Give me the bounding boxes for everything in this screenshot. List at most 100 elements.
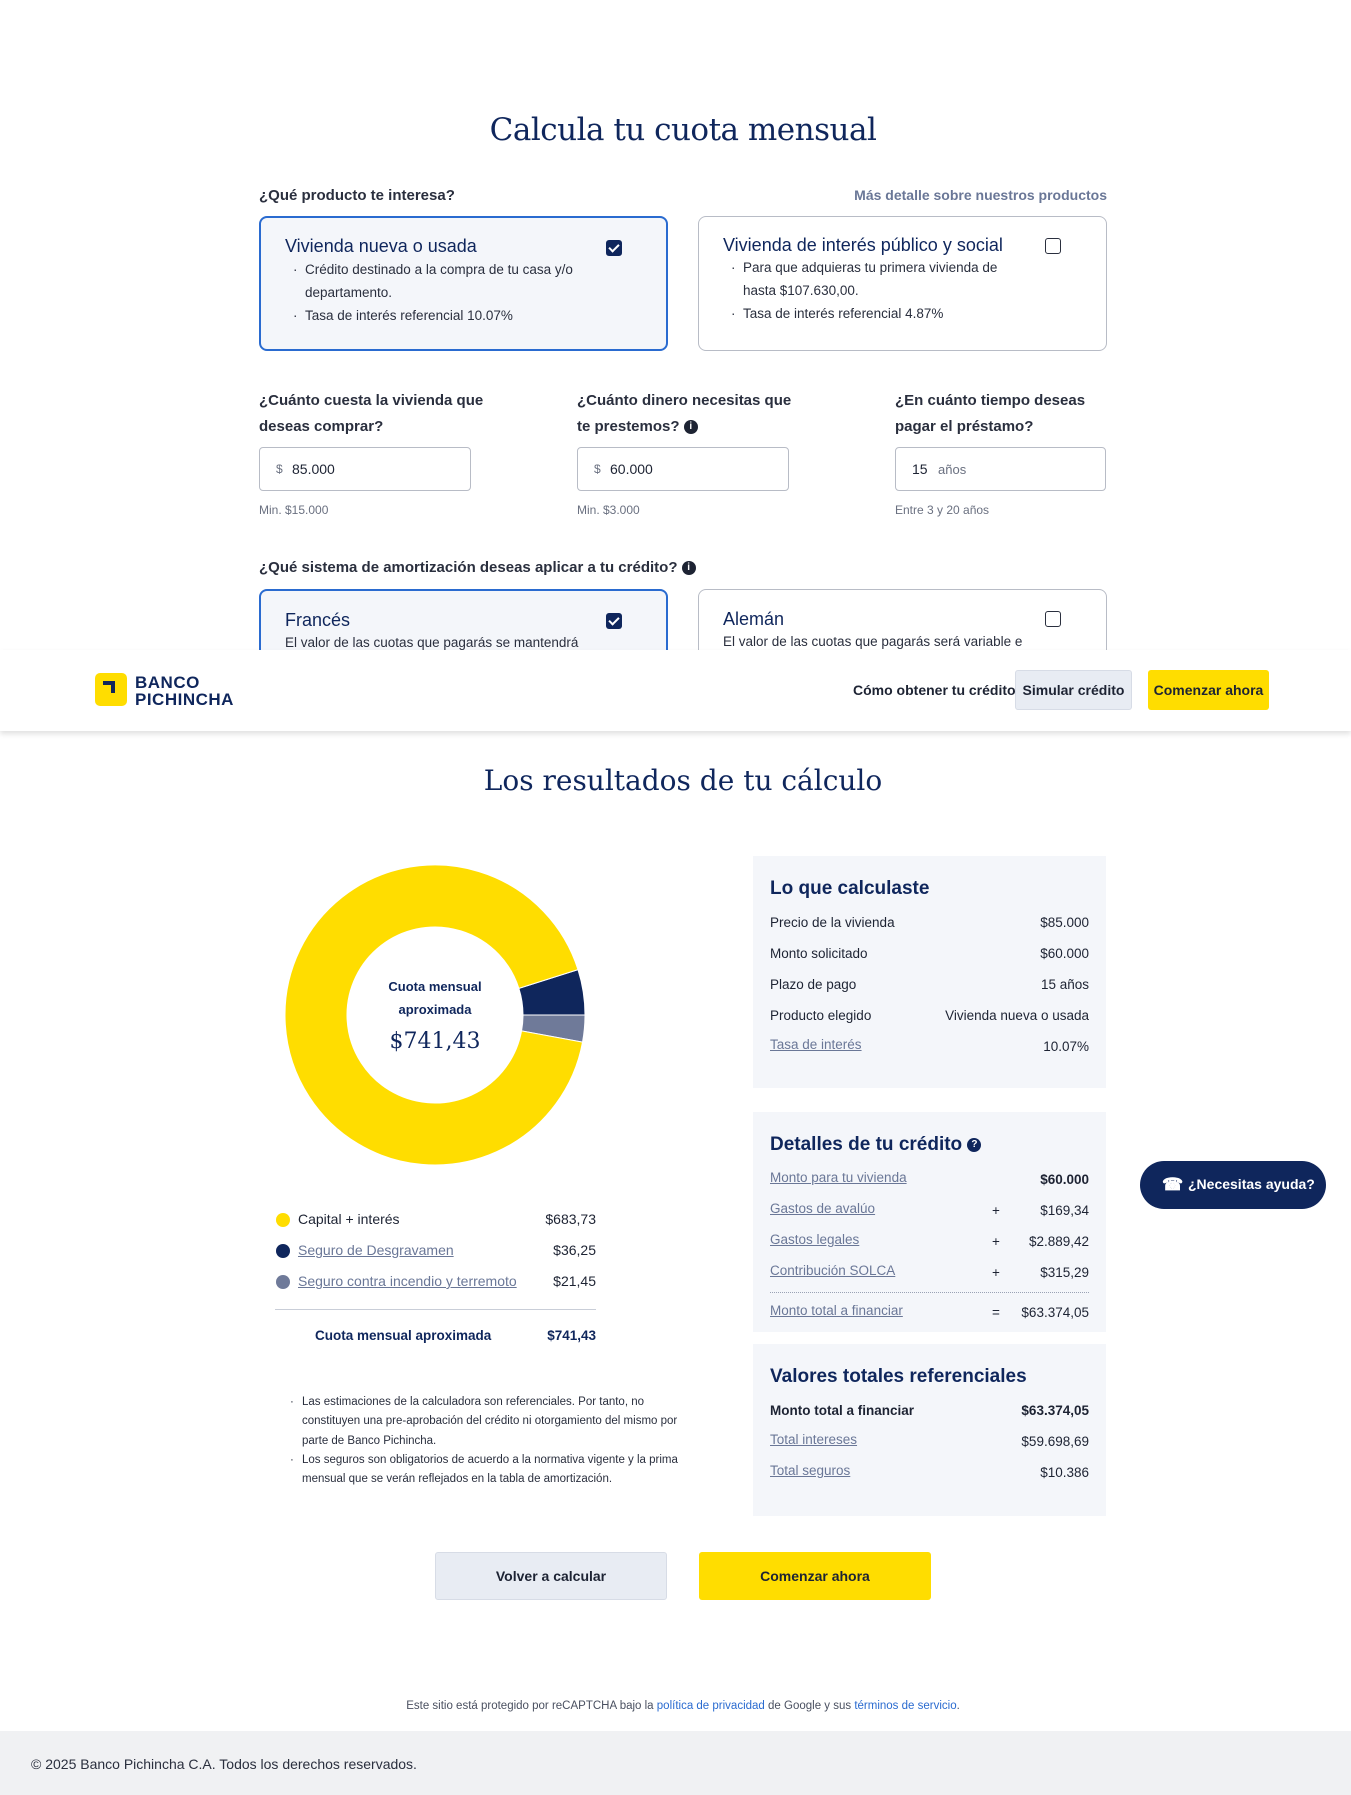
loan-question-line2: te prestemos? bbox=[577, 418, 680, 435]
loan-value: 60.000 bbox=[610, 461, 653, 477]
donut-value: $741,43 bbox=[389, 1029, 481, 1054]
price-value: 85.000 bbox=[292, 461, 335, 477]
legend-amount: $36,25 bbox=[553, 1242, 596, 1258]
copyright-text: © 2025 Banco Pichincha C.A. Todos los de… bbox=[31, 1756, 417, 1772]
credit-details-title-text: Detalles de tu crédito bbox=[770, 1134, 963, 1155]
details-key-link[interactable]: Monto total a financiar bbox=[770, 1303, 903, 1318]
check-icon[interactable] bbox=[606, 240, 622, 256]
details-key-link[interactable]: Gastos legales bbox=[770, 1232, 859, 1247]
product-card-vivienda-interes-social[interactable]: Vivienda de interés público y social Par… bbox=[698, 216, 1107, 351]
site-footer: © 2025 Banco Pichincha C.A. Todos los de… bbox=[0, 1731, 1351, 1795]
logo-text-line1: BANCO bbox=[135, 673, 200, 692]
simulate-credit-button[interactable]: Simular crédito bbox=[1015, 670, 1132, 710]
details-value: $60.000 bbox=[1040, 1172, 1089, 1187]
donut-label-line1: Cuota mensual bbox=[388, 979, 482, 994]
credit-details-panel: Detalles de tu crédito ? Monto para tu v… bbox=[753, 1112, 1106, 1332]
details-key-link[interactable]: Gastos de avalúo bbox=[770, 1201, 875, 1216]
details-value: $315,29 bbox=[1040, 1265, 1089, 1280]
details-key-link[interactable]: Monto para tu vivienda bbox=[770, 1170, 907, 1185]
recaptcha-notice: Este sitio está protegido por reCAPTCHA … bbox=[0, 1700, 1351, 1712]
check-icon[interactable] bbox=[606, 613, 622, 629]
legend-total-amount: $741,43 bbox=[547, 1328, 596, 1343]
totals-value: $59.698,69 bbox=[1021, 1434, 1089, 1449]
product-question: ¿Qué producto te interesa? bbox=[259, 187, 455, 204]
disclaimer-note: Las estimaciones de la calculadora son r… bbox=[288, 1393, 683, 1451]
summary-value: $60.000 bbox=[1040, 946, 1089, 961]
currency-prefix: $ bbox=[594, 462, 601, 476]
recaptcha-text: . bbox=[956, 1700, 960, 1712]
amortization-question: ¿Qué sistema de amortización deseas apli… bbox=[259, 555, 696, 581]
product-card-vivienda-nueva[interactable]: Vivienda nueva o usada Crédito destinado… bbox=[259, 216, 668, 351]
legend-label-link[interactable]: Seguro contra incendio y terremoto bbox=[298, 1273, 517, 1289]
logo-mark-icon bbox=[95, 673, 127, 706]
summary-title: Lo que calculaste bbox=[770, 878, 930, 899]
term-question-line2: pagar el préstamo? bbox=[895, 418, 1034, 435]
legend-label: Capital + interés bbox=[298, 1211, 400, 1227]
product-bullet: Tasa de interés referencial 4.87% bbox=[723, 302, 1013, 325]
need-help-button[interactable]: ☎ ¿Necesitas ayuda? bbox=[1140, 1161, 1326, 1209]
reference-totals-title: Valores totales referenciales bbox=[770, 1366, 1027, 1387]
legend-row-seguro-desgravamen: Seguro de Desgravamen $36,25 bbox=[275, 1240, 596, 1260]
totals-key-link[interactable]: Total seguros bbox=[770, 1463, 850, 1478]
checkbox-icon[interactable] bbox=[1045, 611, 1061, 627]
privacy-policy-link[interactable]: política de privacidad bbox=[657, 1700, 765, 1712]
amortization-title: Francés bbox=[285, 610, 351, 630]
legend-dot bbox=[276, 1275, 290, 1289]
currency-prefix: $ bbox=[276, 462, 283, 476]
donut-center-label: Cuota mensual aproximada $741,43 bbox=[349, 975, 521, 1054]
details-value: $63.374,05 bbox=[1021, 1305, 1089, 1320]
loan-hint: Min. $3.000 bbox=[577, 503, 640, 517]
product-bullet: Para que adquieras tu primera vivienda d… bbox=[723, 256, 1013, 302]
need-help-label: ¿Necesitas ayuda? bbox=[1188, 1176, 1315, 1192]
logo-text-line2: PICHINCHA bbox=[135, 690, 234, 709]
amortization-desc: El valor de las cuotas que pagarás será … bbox=[723, 634, 1023, 649]
loan-input[interactable]: $ 60.000 bbox=[577, 447, 789, 491]
how-to-get-credit-link[interactable]: Cómo obtener tu crédito bbox=[853, 682, 1016, 698]
details-operator: + bbox=[992, 1234, 1000, 1249]
info-icon[interactable]: i bbox=[683, 420, 698, 435]
banco-pichincha-logo[interactable]: BANCO PICHINCHA bbox=[95, 673, 265, 713]
question-icon[interactable]: ? bbox=[967, 1137, 982, 1152]
legend-dot bbox=[276, 1213, 290, 1227]
price-question-line1: ¿Cuánto cuesta la vivienda que bbox=[259, 392, 484, 409]
summary-value: $85.000 bbox=[1040, 915, 1089, 930]
start-now-bottom-button[interactable]: Comenzar ahora bbox=[699, 1552, 931, 1600]
summary-key: Monto solicitado bbox=[770, 946, 868, 961]
reference-totals-panel: Valores totales referenciales Monto tota… bbox=[753, 1344, 1106, 1516]
summary-key: Plazo de pago bbox=[770, 977, 857, 992]
summary-panel: Lo que calculaste Precio de la vivienda $… bbox=[753, 856, 1106, 1088]
disclaimer-notes: Las estimaciones de la calculadora son r… bbox=[288, 1393, 683, 1489]
product-details-link[interactable]: Más detalle sobre nuestros productos bbox=[854, 187, 1107, 203]
price-question-line2: deseas comprar? bbox=[259, 418, 384, 435]
totals-key-link[interactable]: Total intereses bbox=[770, 1432, 857, 1447]
interest-rate-link[interactable]: Tasa de interés bbox=[770, 1037, 862, 1052]
term-suffix: años bbox=[938, 462, 967, 477]
checkbox-icon[interactable] bbox=[1045, 238, 1061, 254]
summary-key: Precio de la vivienda bbox=[770, 915, 895, 930]
details-operator: + bbox=[992, 1203, 1000, 1218]
calculator-title: Calcula tu cuota mensual bbox=[489, 112, 877, 148]
details-value: $169,34 bbox=[1040, 1203, 1089, 1218]
totals-key: Monto total a financiar bbox=[770, 1403, 915, 1418]
amortization-title: Alemán bbox=[723, 609, 785, 629]
legend-amount: $683,73 bbox=[545, 1211, 596, 1227]
term-hint: Entre 3 y 20 años bbox=[895, 503, 990, 517]
term-input[interactable]: 15 años bbox=[895, 447, 1106, 491]
details-key-link[interactable]: Contribución SOLCA bbox=[770, 1263, 895, 1278]
summary-value: Vivienda nueva o usada bbox=[945, 1008, 1089, 1023]
legend-label-link[interactable]: Seguro de Desgravamen bbox=[298, 1242, 454, 1258]
loan-question-line1: ¿Cuánto dinero necesitas que bbox=[577, 392, 792, 409]
details-divider bbox=[770, 1292, 1089, 1293]
credit-details-title: Detalles de tu crédito ? bbox=[770, 1134, 982, 1156]
start-now-button[interactable]: Comenzar ahora bbox=[1148, 670, 1269, 710]
disclaimer-note: Los seguros son obligatorios de acuerdo … bbox=[288, 1451, 683, 1490]
recalculate-button[interactable]: Volver a calcular bbox=[435, 1552, 667, 1600]
info-icon[interactable]: i bbox=[681, 561, 696, 576]
product-bullet: Crédito destinado a la compra de tu casa… bbox=[285, 258, 585, 304]
price-input[interactable]: $ 85.000 bbox=[259, 447, 471, 491]
terms-of-service-link[interactable]: términos de servicio bbox=[854, 1700, 956, 1712]
price-question: ¿Cuánto cuesta la vivienda que deseas co… bbox=[259, 388, 483, 440]
price-hint: Min. $15.000 bbox=[259, 503, 329, 517]
summary-value: 15 años bbox=[1040, 977, 1089, 992]
amortization-desc: El valor de las cuotas que pagarás se ma… bbox=[285, 635, 579, 650]
